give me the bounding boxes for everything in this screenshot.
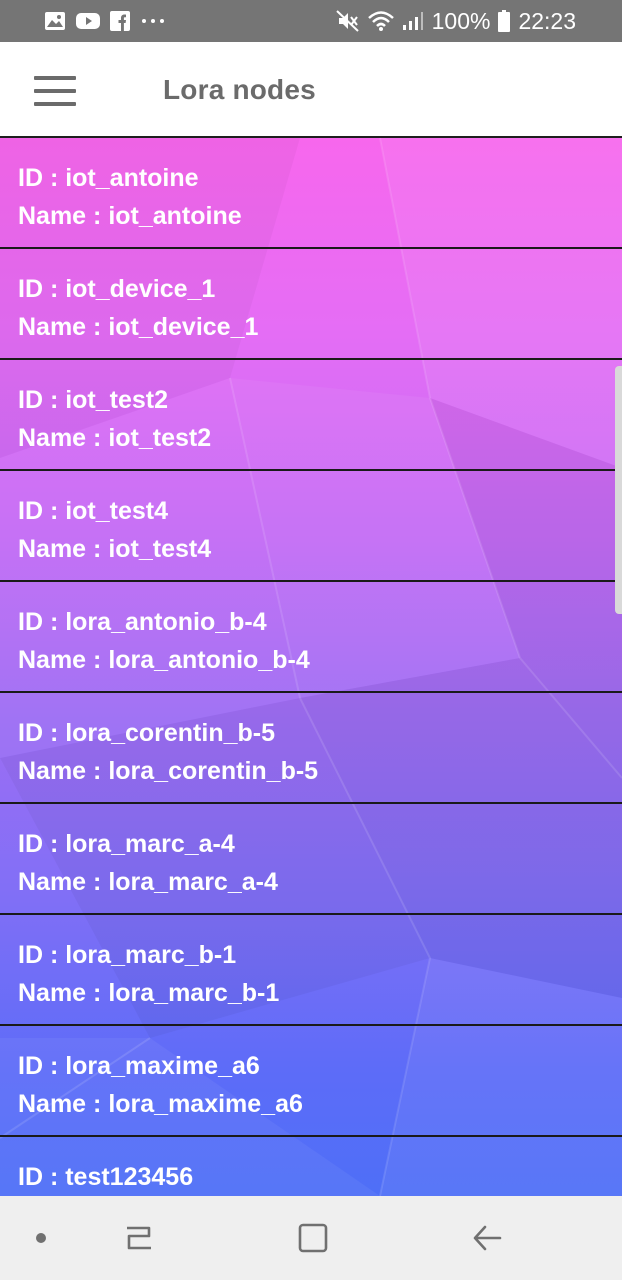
youtube-icon: [76, 12, 100, 30]
id-label: ID :: [18, 1163, 66, 1191]
node-name: lora_marc_b-1: [108, 978, 280, 1007]
signal-icon: [402, 11, 424, 31]
list-item[interactable]: ID : lora_marc_b-1 Name : lora_marc_b-1: [0, 915, 622, 1026]
node-id: lora_maxime_a6: [65, 1052, 260, 1080]
node-name-line: Name : lora_maxime_a6: [18, 1086, 622, 1124]
home-icon[interactable]: [293, 1218, 333, 1258]
recents-icon[interactable]: [119, 1218, 159, 1258]
id-label: ID :: [18, 164, 66, 192]
name-label: Name :: [18, 201, 109, 230]
status-bar: 100% 22:23: [0, 0, 622, 42]
node-id: lora_marc_b-1: [65, 941, 237, 969]
node-name-line: Name : lora_corentin_b-5: [18, 753, 622, 791]
node-list-area[interactable]: ID : iot_antoine Name : iot_antoine ID :…: [0, 138, 622, 1196]
node-id-line: ID : iot_antoine: [18, 160, 622, 198]
wifi-icon: [367, 10, 394, 32]
node-id-line: ID : test123456: [18, 1159, 622, 1196]
list-item[interactable]: ID : lora_corentin_b-5 Name : lora_coren…: [0, 693, 622, 804]
battery-percent: 100%: [431, 7, 491, 34]
scrollbar[interactable]: [615, 366, 622, 614]
node-name: iot_antoine: [108, 201, 242, 230]
node-id-line: ID : iot_test2: [18, 382, 622, 420]
node-name: iot_device_1: [108, 312, 259, 341]
more-dots-icon: [140, 17, 166, 25]
id-label: ID :: [18, 941, 66, 969]
node-id-line: ID : lora_marc_b-1: [18, 937, 622, 975]
list-item[interactable]: ID : iot_antoine Name : iot_antoine: [0, 138, 622, 249]
id-label: ID :: [18, 1052, 66, 1080]
node-id-line: ID : lora_corentin_b-5: [18, 715, 622, 753]
node-name-line: Name : lora_marc_b-1: [18, 975, 622, 1013]
node-id: iot_test4: [65, 497, 169, 525]
node-name-line: Name : iot_test2: [18, 420, 622, 458]
node-id-line: ID : lora_marc_a-4: [18, 826, 622, 864]
node-name: iot_test4: [108, 534, 212, 563]
name-label: Name :: [18, 756, 109, 785]
name-label: Name :: [18, 312, 109, 341]
name-label: Name :: [18, 867, 109, 896]
app-bar: Lora nodes: [0, 42, 622, 138]
node-name: iot_test2: [108, 423, 212, 452]
node-name-line: Name : iot_antoine: [18, 198, 622, 236]
node-id-line: ID : lora_antonio_b-4: [18, 604, 622, 642]
name-label: Name :: [18, 423, 109, 452]
system-nav-bar: [0, 1196, 622, 1280]
node-name-line: Name : iot_test4: [18, 531, 622, 569]
node-id: lora_marc_a-4: [65, 830, 235, 858]
node-name: lora_corentin_b-5: [108, 756, 319, 785]
id-label: ID :: [18, 386, 66, 414]
id-label: ID :: [18, 719, 66, 747]
node-name-line: Name : lora_marc_a-4: [18, 864, 622, 902]
hamburger-menu-icon[interactable]: [34, 76, 76, 106]
list-item[interactable]: ID : iot_device_1 Name : iot_device_1: [0, 249, 622, 360]
clock: 22:23: [518, 7, 576, 34]
name-label: Name :: [18, 534, 109, 563]
node-id-line: ID : lora_maxime_a6: [18, 1048, 622, 1086]
node-id: lora_corentin_b-5: [65, 719, 275, 747]
name-label: Name :: [18, 978, 109, 1007]
node-id-line: ID : iot_device_1: [18, 271, 622, 309]
status-left-icons: [44, 11, 166, 31]
node-name: lora_marc_a-4: [108, 867, 278, 896]
node-id: iot_device_1: [65, 275, 216, 303]
node-name-line: Name : iot_device_1: [18, 309, 622, 347]
node-id: test123456: [65, 1163, 194, 1191]
list-item[interactable]: ID : test123456: [0, 1137, 622, 1196]
list-item[interactable]: ID : iot_test4 Name : iot_test4: [0, 471, 622, 582]
status-right-icons: 100% 22:23: [335, 7, 576, 35]
node-id: lora_antonio_b-4: [65, 608, 267, 636]
list-item[interactable]: ID : lora_antonio_b-4 Name : lora_antoni…: [0, 582, 622, 693]
node-list: ID : iot_antoine Name : iot_antoine ID :…: [0, 138, 622, 1196]
mute-icon: [335, 10, 360, 32]
name-label: Name :: [18, 1089, 109, 1118]
dot-icon[interactable]: [21, 1218, 61, 1258]
id-label: ID :: [18, 608, 66, 636]
id-label: ID :: [18, 830, 66, 858]
facebook-icon: [110, 11, 130, 31]
node-name-line: Name : lora_antonio_b-4: [18, 642, 622, 680]
node-name: lora_maxime_a6: [108, 1089, 303, 1118]
list-item[interactable]: ID : lora_maxime_a6 Name : lora_maxime_a…: [0, 1026, 622, 1137]
node-id: iot_antoine: [65, 164, 199, 192]
page-title: Lora nodes: [163, 74, 316, 105]
list-item[interactable]: ID : lora_marc_a-4 Name : lora_marc_a-4: [0, 804, 622, 915]
node-id-line: ID : iot_test4: [18, 493, 622, 531]
id-label: ID :: [18, 497, 66, 525]
name-label: Name :: [18, 645, 109, 674]
node-name: lora_antonio_b-4: [108, 645, 310, 674]
list-item[interactable]: ID : iot_test2 Name : iot_test2: [0, 360, 622, 471]
node-id: iot_test2: [65, 386, 169, 414]
battery-icon: [498, 10, 511, 32]
image-icon: [44, 11, 66, 31]
id-label: ID :: [18, 275, 66, 303]
back-icon[interactable]: [467, 1218, 507, 1258]
